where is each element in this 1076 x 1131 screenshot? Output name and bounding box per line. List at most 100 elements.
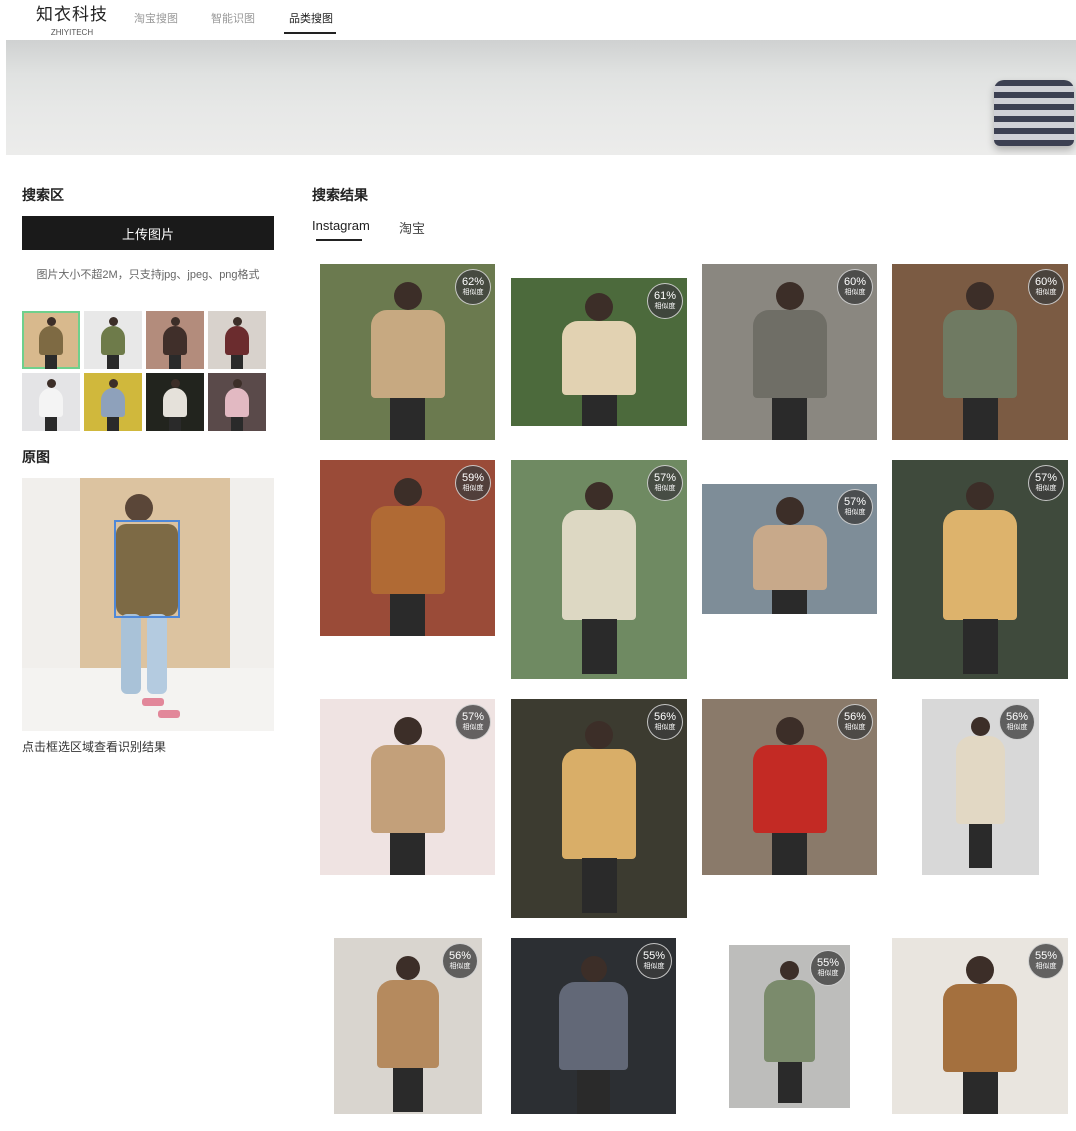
similarity-badge: 57% 相似度 xyxy=(455,704,491,740)
figure-head xyxy=(971,717,990,736)
similarity-label: 相似度 xyxy=(844,724,866,731)
sample-thumbnail[interactable] xyxy=(208,311,266,369)
sample-thumbnail[interactable] xyxy=(146,373,204,431)
figure-legs xyxy=(393,1068,423,1112)
result-card[interactable]: 57% 相似度 xyxy=(511,460,687,679)
result-card[interactable]: 55% 相似度 xyxy=(729,945,850,1108)
similarity-badge: 56% 相似度 xyxy=(837,704,873,740)
figure-legs xyxy=(969,824,992,868)
nav-active-underline xyxy=(284,32,336,34)
figure-legs xyxy=(577,1070,610,1114)
similarity-percent: 57% xyxy=(843,496,867,508)
figure-legs xyxy=(231,417,243,431)
figure-coat xyxy=(225,388,249,417)
figure-coat xyxy=(39,326,63,355)
result-card[interactable]: 56% 相似度 xyxy=(511,699,687,918)
sample-thumbnail[interactable] xyxy=(146,311,204,369)
result-card[interactable]: 56% 相似度 xyxy=(922,699,1039,875)
result-card[interactable]: 59% 相似度 xyxy=(320,460,495,636)
figure-coat xyxy=(101,326,125,355)
similarity-badge: 55% 相似度 xyxy=(810,950,846,986)
logo-subtext: ZHIYITECH xyxy=(50,28,94,37)
figure-coat xyxy=(943,310,1017,398)
figure-coat xyxy=(764,980,815,1062)
result-card[interactable]: 61% 相似度 xyxy=(511,278,687,426)
hero-banner xyxy=(6,40,1076,155)
figure-head xyxy=(171,379,180,388)
figure-legs xyxy=(963,1072,998,1114)
sample-thumbnail[interactable] xyxy=(84,373,142,431)
sample-thumbnail[interactable] xyxy=(22,311,80,369)
selection-box[interactable] xyxy=(114,520,180,618)
figure-head xyxy=(233,317,242,326)
figure-head xyxy=(233,379,242,388)
figure-head xyxy=(780,961,799,980)
tab-instagram[interactable]: Instagram xyxy=(312,218,370,233)
original-image-title: 原图 xyxy=(22,449,50,465)
result-card[interactable]: 62% 相似度 xyxy=(320,264,495,440)
figure-legs xyxy=(169,355,181,369)
figure-coat xyxy=(377,980,439,1068)
result-card[interactable]: 57% 相似度 xyxy=(320,699,495,875)
figure-legs xyxy=(45,355,57,369)
figure-legs xyxy=(107,417,119,431)
nav-smart-recognition[interactable]: 智能识图 xyxy=(211,10,255,26)
result-card[interactable]: 56% 相似度 xyxy=(702,699,877,875)
logo-text: 知衣科技 xyxy=(36,5,108,24)
nav-taobao-search[interactable]: 淘宝搜图 xyxy=(134,10,178,26)
similarity-badge: 61% 相似度 xyxy=(647,283,683,319)
figure-legs xyxy=(772,398,807,440)
similarity-badge: 57% 相似度 xyxy=(1028,465,1064,501)
figure-legs xyxy=(582,858,617,913)
similarity-percent: 57% xyxy=(653,472,677,484)
sample-thumbnail[interactable] xyxy=(84,311,142,369)
similarity-label: 相似度 xyxy=(462,485,484,492)
nav-category-search[interactable]: 品类搜图 xyxy=(289,10,333,26)
similarity-percent: 55% xyxy=(1034,950,1058,962)
result-card[interactable]: 55% 相似度 xyxy=(892,938,1068,1114)
similarity-badge: 62% 相似度 xyxy=(455,269,491,305)
results-title: 搜索结果 xyxy=(312,187,368,203)
result-card[interactable]: 57% 相似度 xyxy=(702,484,877,614)
figure-legs xyxy=(772,833,807,875)
sample-thumbnail[interactable] xyxy=(208,373,266,431)
similarity-percent: 56% xyxy=(448,950,472,962)
similarity-label: 相似度 xyxy=(643,963,665,970)
similarity-badge: 60% 相似度 xyxy=(1028,269,1064,305)
similarity-badge: 55% 相似度 xyxy=(1028,943,1064,979)
figure-head xyxy=(109,317,118,326)
upload-image-button[interactable]: 上传图片 xyxy=(22,216,274,250)
figure-coat xyxy=(562,321,636,395)
similarity-label: 相似度 xyxy=(462,289,484,296)
result-card[interactable]: 55% 相似度 xyxy=(511,938,676,1114)
figure-coat xyxy=(956,736,1005,824)
original-image xyxy=(22,478,274,731)
figure-coat xyxy=(371,506,445,594)
similarity-label: 相似度 xyxy=(654,485,676,492)
similarity-label: 相似度 xyxy=(844,509,866,516)
similarity-label: 相似度 xyxy=(449,963,471,970)
similarity-label: 相似度 xyxy=(462,724,484,731)
sample-thumbnail[interactable] xyxy=(22,373,80,431)
result-card[interactable]: 57% 相似度 xyxy=(892,460,1068,679)
figure-coat xyxy=(371,310,445,398)
figure-legs xyxy=(231,355,243,369)
brand-logo[interactable]: 知衣科技 ZHIYITECH xyxy=(36,4,108,39)
result-card[interactable]: 60% 相似度 xyxy=(702,264,877,440)
similarity-percent: 59% xyxy=(461,472,485,484)
result-card[interactable]: 56% 相似度 xyxy=(334,938,482,1114)
original-caption: 点击框选区域查看识别结果 xyxy=(22,740,167,754)
figure-head xyxy=(966,956,994,984)
tab-taobao[interactable]: 淘宝 xyxy=(399,218,425,237)
figure-head xyxy=(109,379,118,388)
similarity-percent: 56% xyxy=(653,711,677,723)
similarity-percent: 60% xyxy=(1034,276,1058,288)
search-area-title: 搜索区 xyxy=(22,187,64,203)
similarity-percent: 55% xyxy=(816,957,840,969)
figure-coat xyxy=(225,326,249,355)
figure-head xyxy=(396,956,420,980)
figure-legs xyxy=(582,395,617,426)
result-card[interactable]: 60% 相似度 xyxy=(892,264,1068,440)
similarity-badge: 56% 相似度 xyxy=(999,704,1035,740)
similarity-label: 相似度 xyxy=(817,970,839,977)
